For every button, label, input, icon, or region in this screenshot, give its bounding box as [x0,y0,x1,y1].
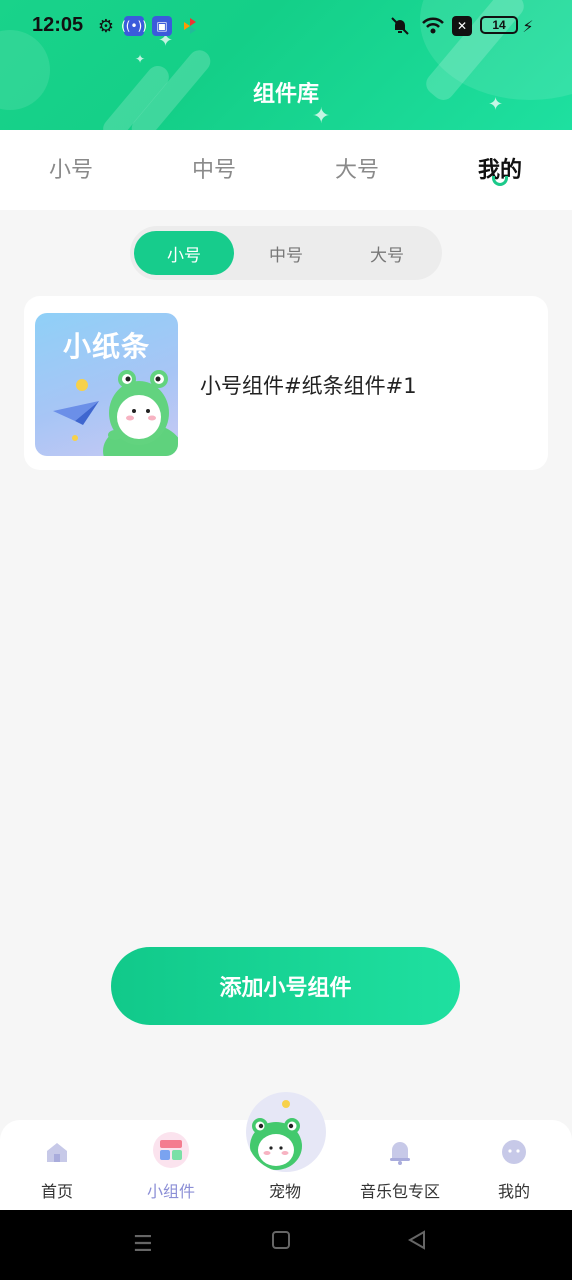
home-square-icon[interactable] [271,1230,291,1256]
nav-label-home: 首页 [40,1182,73,1201]
nav-label-widgets: 小组件 [146,1182,195,1201]
home-icon [41,1136,73,1168]
widget-card[interactable]: 小纸条 小号组件#纸条组件#1 [24,296,548,470]
widget-thumbnail: 小纸条 [35,313,178,456]
status-bar: 12:05 ⚙ ((•)) ▣ ✕ 14 ⚡ [0,10,572,42]
active-tab-indicator [492,176,508,186]
nav-item-music[interactable]: 音乐包专区 [350,1120,450,1210]
frog-illustration [53,370,178,456]
segment-large[interactable]: 大号 [337,231,437,275]
mute-bell-icon [390,16,410,36]
sparkle-icon: ✦ [135,52,146,66]
menu-icon[interactable]: ☰ [133,1232,153,1257]
nav-label-pet: 宠物 [268,1182,301,1201]
nav-item-widgets[interactable]: 小组件 [121,1120,221,1210]
size-segment-control: 小号 中号 大号 [130,226,442,280]
widget-label: 小号组件#纸条组件#1 [200,374,417,398]
app-header: ✦ ✦ ✦ ✦ 12:05 ⚙ ((•)) ▣ ✕ 14 ⚡ 组件库 [0,0,572,130]
nav-label-profile: 我的 [497,1182,530,1201]
tab-medium[interactable]: 中号 [164,152,264,184]
tab-small[interactable]: 小号 [21,152,121,184]
wifi-icon [421,16,445,36]
system-nav-bar: ☰ [0,1210,572,1280]
nav-label-music: 音乐包专区 [359,1182,440,1201]
segment-medium[interactable]: 中号 [236,231,336,275]
widgets-icon [153,1132,189,1168]
size-tabs: 小号 中号 大号 我的 [0,130,572,210]
settings-icon: ⚙ [97,15,115,37]
segment-small[interactable]: 小号 [134,231,234,275]
status-time: 12:05 [32,14,84,36]
nav-item-home[interactable]: 首页 [7,1120,107,1210]
charging-icon: ⚡ [522,16,534,36]
profile-icon [498,1136,530,1168]
page-title: 组件库 [252,82,319,107]
nav-item-profile[interactable]: 我的 [464,1120,564,1210]
broadcast-icon: ((•)) [121,16,147,36]
bell-icon [384,1136,416,1168]
battery-indicator: 14 [480,16,518,34]
add-widget-button[interactable]: 添加小号组件 [111,947,460,1025]
app-icon [180,16,200,36]
tab-large[interactable]: 大号 [307,152,407,184]
back-icon[interactable] [406,1230,428,1256]
screen-icon: ▣ [152,16,172,36]
pet-frog-icon[interactable] [246,1092,326,1172]
sim-off-icon: ✕ [452,16,472,36]
